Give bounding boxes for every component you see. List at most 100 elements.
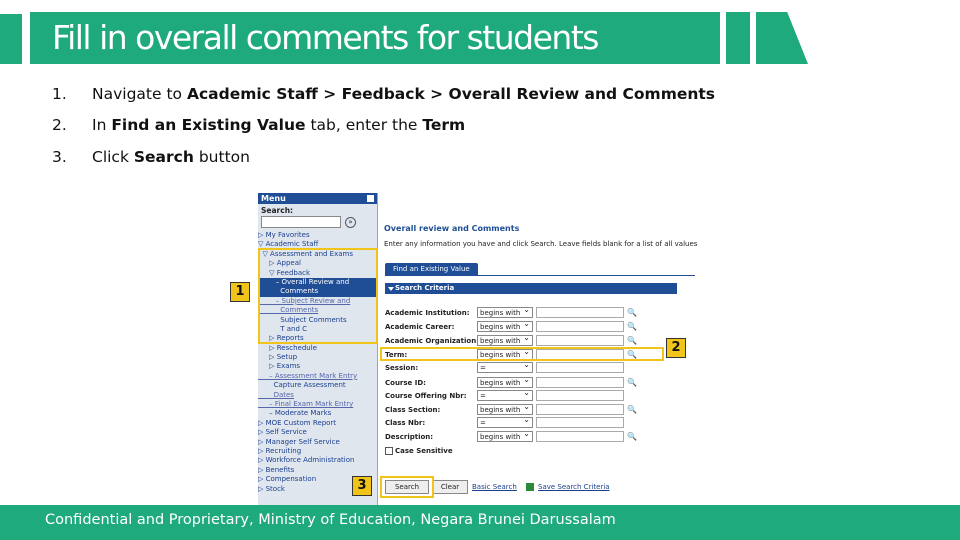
lookup-icon[interactable]: 🔍 xyxy=(627,336,637,345)
step-3: 3. Click Search button xyxy=(52,141,715,173)
search-field-row: Course Offering Nbr: = xyxy=(385,388,645,402)
title-bar-left-accent xyxy=(0,14,22,64)
highlight-menu-path xyxy=(258,248,378,344)
field-label: Academic Institution: xyxy=(385,309,470,317)
menu-item[interactable]: Dates xyxy=(258,391,377,400)
step-text: In xyxy=(92,116,107,135)
field-value-input[interactable] xyxy=(536,431,624,442)
menu-item[interactable]: ▷ Exams xyxy=(258,362,377,371)
menu-item[interactable]: – Assessment Mark Entry xyxy=(258,372,377,381)
search-go-icon[interactable]: » xyxy=(345,216,356,228)
menu-header-label: Menu xyxy=(261,194,286,203)
field-label: Session: xyxy=(385,364,419,372)
operator-select[interactable]: begins with xyxy=(477,375,533,388)
operator-select[interactable]: begins with xyxy=(477,402,533,415)
menu-item[interactable]: Capture Assessment xyxy=(258,381,377,390)
search-field-row: Class Nbr: = xyxy=(385,415,645,429)
lookup-icon[interactable]: 🔍 xyxy=(627,405,637,414)
instruction-steps: 1. Navigate to Academic Staff > Feedback… xyxy=(52,78,715,173)
tab-divider xyxy=(385,275,695,276)
page-title: Fill in overall comments for students xyxy=(52,18,599,57)
step-bold: Find an Existing Value xyxy=(111,116,306,135)
step-bold: Term xyxy=(422,116,466,135)
search-field-row: Academic Organization:begins with 🔍 xyxy=(385,333,645,347)
field-label: Class Section: xyxy=(385,406,441,414)
step-bold: Search xyxy=(133,147,194,166)
menu-item[interactable]: ▷ Benefits xyxy=(258,466,377,475)
case-sensitive-label: Case Sensitive xyxy=(395,447,453,455)
operator-select[interactable]: = xyxy=(477,388,533,401)
field-value-input[interactable] xyxy=(536,377,624,388)
search-field-row: Description: begins with 🔍 xyxy=(385,429,645,443)
field-label: Academic Organization: xyxy=(385,337,479,345)
search-field-row: Class Section: begins with 🔍 xyxy=(385,402,645,416)
tab-find-existing-value[interactable]: Find an Existing Value xyxy=(385,263,478,275)
title-bar-right-slant xyxy=(756,12,808,64)
field-label: Academic Career: xyxy=(385,323,455,331)
field-value-input[interactable] xyxy=(536,390,624,401)
field-value-input[interactable] xyxy=(536,321,624,332)
pane-title: Overall review and Comments xyxy=(384,224,520,233)
menu-item[interactable]: ▷ MOE Custom Report xyxy=(258,419,377,428)
operator-select[interactable]: begins with xyxy=(477,319,533,332)
step-text: tab, enter the xyxy=(310,116,418,135)
pane-instructions: Enter any information you have and click… xyxy=(384,240,698,248)
menu-item[interactable]: ▷ My Favorites xyxy=(258,231,377,240)
menu-item[interactable]: ▷ Workforce Administration xyxy=(258,456,377,465)
field-value-input[interactable] xyxy=(536,362,624,373)
step-text: Click xyxy=(92,147,129,166)
lookup-icon[interactable]: 🔍 xyxy=(627,308,637,317)
checkbox-icon[interactable] xyxy=(385,447,393,455)
step-bold: Academic Staff > Feedback > Overall Revi… xyxy=(186,84,716,103)
menu-item[interactable]: ▷ Setup xyxy=(258,353,377,362)
step-number: 1. xyxy=(52,84,67,103)
field-label: Class Nbr: xyxy=(385,419,426,427)
footer-text: Confidential and Proprietary, Ministry o… xyxy=(45,512,616,528)
operator-select[interactable]: = xyxy=(477,415,533,428)
search-criteria-header[interactable]: Search Criteria xyxy=(385,283,677,294)
search-field-row: Course ID: begins with 🔍 xyxy=(385,375,645,389)
operator-select[interactable]: = xyxy=(477,360,533,373)
menu-item[interactable]: ▷ Recruiting xyxy=(258,447,377,456)
case-sensitive-checkbox[interactable]: Case Sensitive xyxy=(385,447,453,455)
lookup-icon[interactable]: 🔍 xyxy=(627,322,637,331)
callout-badge-3: 3 xyxy=(352,476,372,496)
menu-item[interactable]: ▷ Reschedule xyxy=(258,344,377,353)
menu-item[interactable]: ▷ Self Service xyxy=(258,428,377,437)
lookup-icon[interactable]: 🔍 xyxy=(627,432,637,441)
clear-button[interactable]: Clear xyxy=(432,480,468,494)
menu-header: Menu xyxy=(258,193,377,204)
field-value-input[interactable] xyxy=(536,404,624,415)
save-search-criteria-link[interactable]: Save Search Criteria xyxy=(538,483,610,491)
title-bar-right-accent xyxy=(726,12,750,64)
highlight-term-field xyxy=(380,347,664,361)
menu-item[interactable]: – Moderate Marks xyxy=(258,409,377,418)
save-icon[interactable] xyxy=(526,483,534,491)
field-value-input[interactable] xyxy=(536,307,624,318)
minimize-icon[interactable] xyxy=(367,195,374,202)
callout-badge-2: 2 xyxy=(666,338,686,358)
operator-select[interactable]: begins with xyxy=(477,305,533,318)
lookup-icon[interactable]: 🔍 xyxy=(627,378,637,387)
search-field-row: Academic Career: begins with 🔍 xyxy=(385,319,645,333)
step-2: 2. In Find an Existing Value tab, enter … xyxy=(52,110,715,142)
menu-item[interactable]: ▷ Manager Self Service xyxy=(258,438,377,447)
step-number: 3. xyxy=(52,147,67,166)
operator-select[interactable]: begins with xyxy=(477,333,533,346)
step-number: 2. xyxy=(52,116,67,135)
field-value-input[interactable] xyxy=(536,417,624,428)
step-text: Navigate to xyxy=(92,84,183,103)
field-label: Course ID: xyxy=(385,379,426,387)
search-field-row: Academic Institution: begins with 🔍 xyxy=(385,305,645,319)
callout-badge-1: 1 xyxy=(230,282,250,302)
operator-select[interactable]: begins with xyxy=(477,429,533,442)
basic-search-link[interactable]: Basic Search xyxy=(472,483,517,491)
menu-search-input[interactable] xyxy=(261,216,341,228)
field-label: Description: xyxy=(385,433,434,441)
menu-item[interactable]: – Final Exam Mark Entry xyxy=(258,400,377,409)
field-value-input[interactable] xyxy=(536,335,624,346)
step-1: 1. Navigate to Academic Staff > Feedback… xyxy=(52,78,715,110)
highlight-search-button xyxy=(380,476,434,498)
search-field-row: Session: = xyxy=(385,360,645,374)
field-label: Course Offering Nbr: xyxy=(385,392,467,400)
